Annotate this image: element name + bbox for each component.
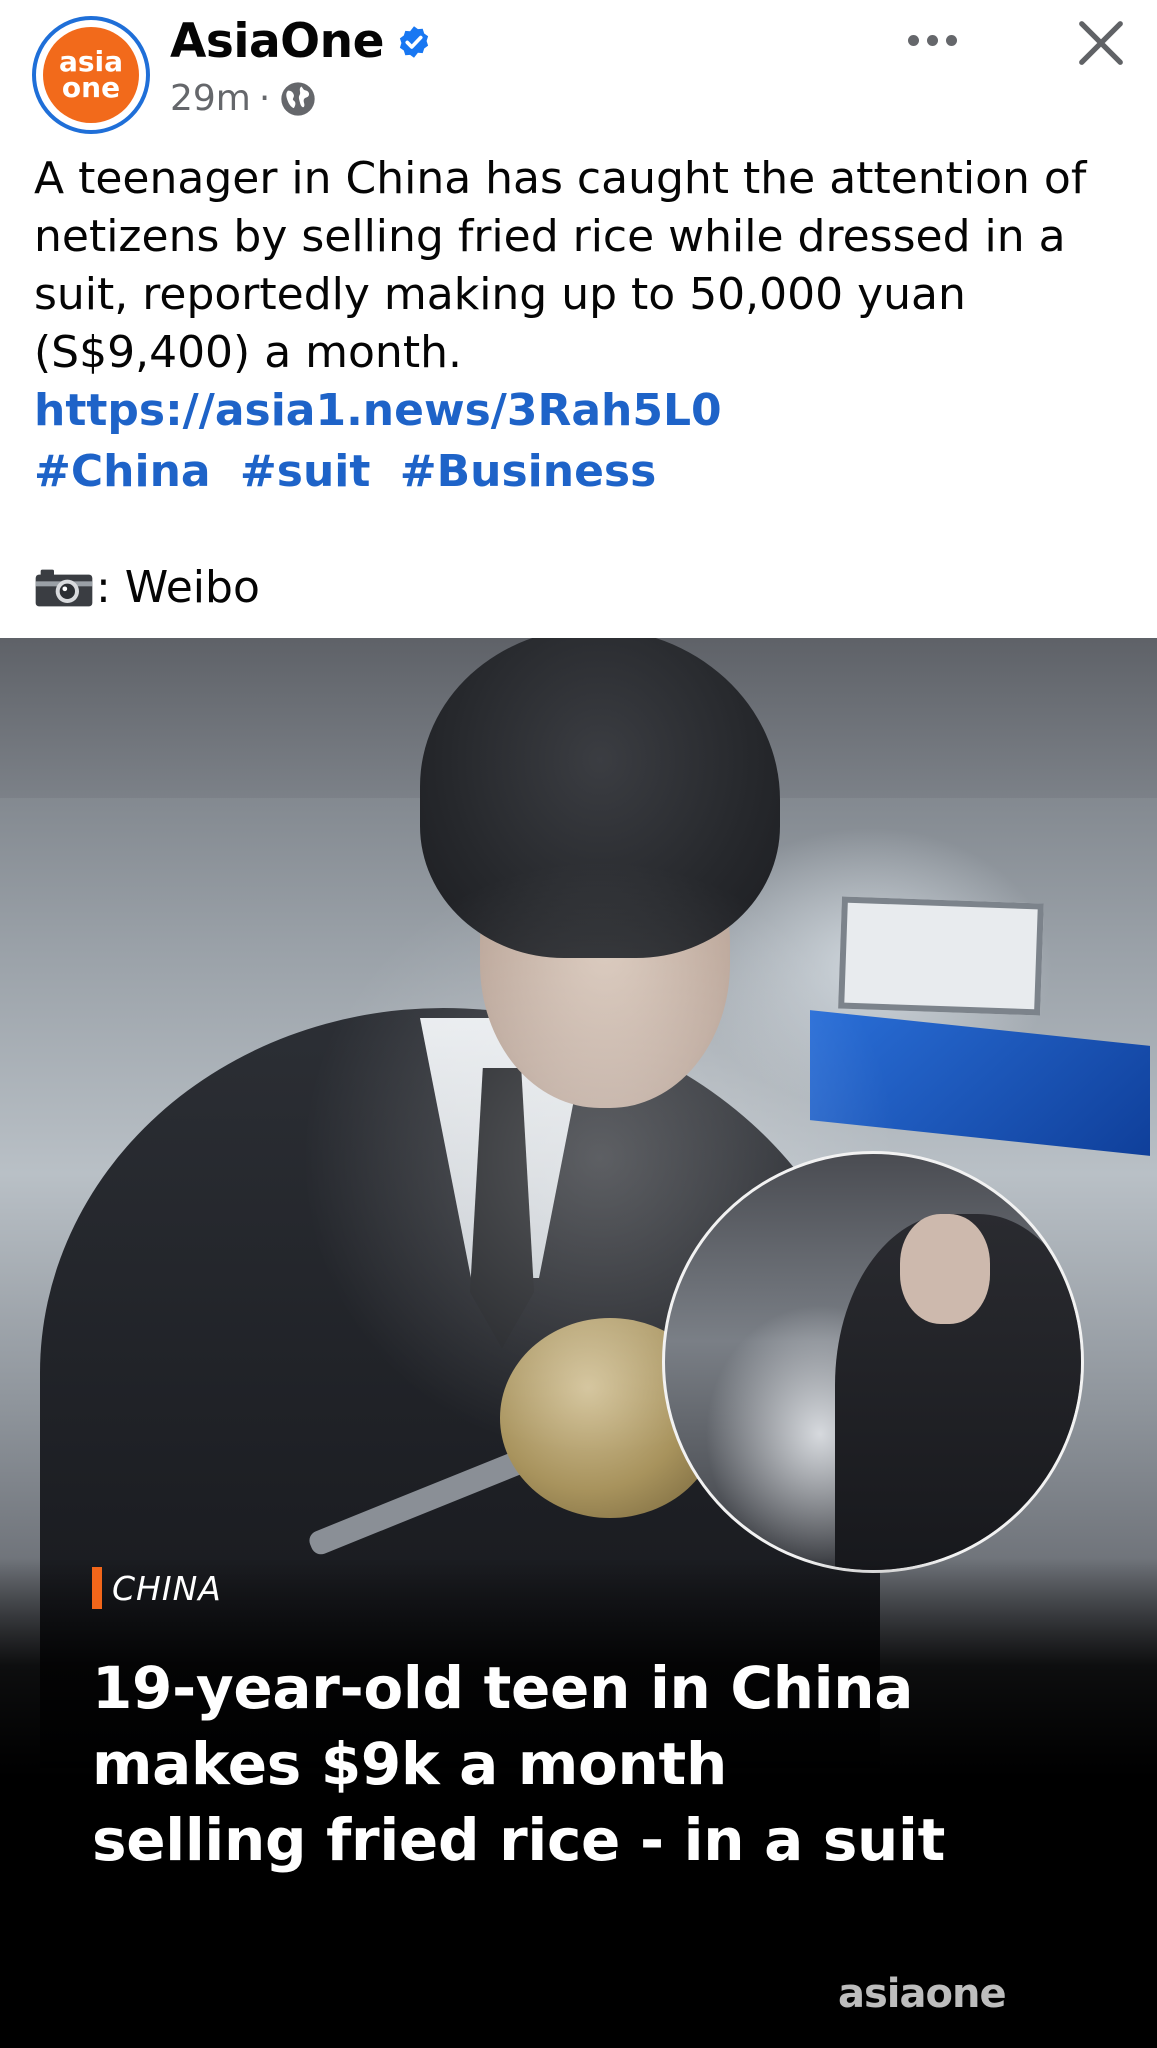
page-avatar[interactable]: asia one [32,16,150,134]
headline-line: makes $9k a month [92,1730,727,1798]
hashtag-china[interactable]: #China [34,446,211,497]
more-dot [926,34,938,46]
category-tag: CHINA [92,1566,222,1610]
credit-text: : Weibo [96,562,260,613]
category-label: CHINA [112,1568,222,1608]
close-icon[interactable] [1068,10,1134,76]
post-screen: asia one AsiaOne 29m · A teenager in Chi… [0,0,1157,2048]
post-header: asia one AsiaOne 29m · [0,0,1157,140]
category-accent-bar [92,1567,102,1609]
post-meta: 29m · [170,78,318,119]
inset-photo [662,1151,1084,1573]
more-dot [945,34,957,46]
post-time[interactable]: 29m [170,78,251,119]
inset-face [900,1214,990,1324]
headline-line: selling fried rice - in a suit [92,1806,946,1874]
more-options-icon[interactable] [892,18,972,62]
meta-separator: · [258,78,271,119]
photo-credit: : Weibo [34,559,260,617]
post-body-copy: A teenager in China has caught the atten… [34,153,1087,378]
brand-watermark: asiaone [838,1971,1007,2017]
globe-icon[interactable] [278,79,318,119]
more-dot [907,34,919,46]
avatar-logo: asia one [43,27,139,123]
article-headline: 19-year-old teen in China makes $9k a mo… [92,1650,1092,1878]
avatar-text-bottom: one [61,71,121,104]
hashtag-business[interactable]: #Business [400,446,657,497]
hashtag-suit[interactable]: #suit [240,446,371,497]
page-name[interactable]: AsiaOne [170,14,384,69]
hashtag-list: #China #suit #Business [34,443,670,501]
post-body-text: A teenager in China has caught the atten… [34,150,1134,440]
post-media-image[interactable]: CHINA 19-year-old teen in China makes $9… [0,638,1157,2048]
post-link[interactable]: https://asia1.news/3Rah5L0 [34,385,722,436]
page-name-row: AsiaOne [170,14,432,69]
verified-badge-icon [399,25,429,58]
camera-icon [35,569,93,607]
headline-line: 19-year-old teen in China [92,1654,914,1722]
